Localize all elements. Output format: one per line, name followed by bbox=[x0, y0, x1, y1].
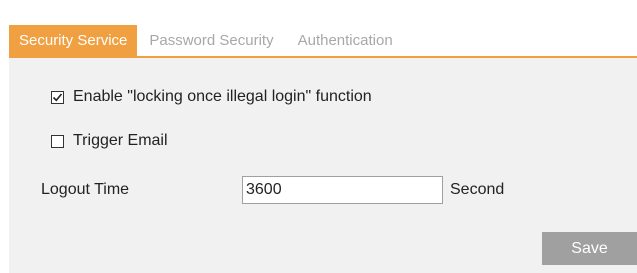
tab-authentication[interactable]: Authentication bbox=[286, 25, 405, 56]
security-settings-page: Security Service Password Security Authe… bbox=[0, 0, 637, 273]
settings-panel: Enable "locking once illegal login" func… bbox=[9, 58, 637, 273]
checkbox-checked-icon[interactable] bbox=[51, 90, 64, 104]
logout-time-row: Logout Time Second bbox=[41, 176, 601, 204]
email-option-row: Trigger Email bbox=[51, 132, 168, 150]
checkbox-empty-icon[interactable] bbox=[51, 134, 64, 148]
tab-security-service[interactable]: Security Service bbox=[9, 25, 138, 56]
tab-bar: Security Service Password Security Authe… bbox=[9, 25, 637, 58]
lock-option-row: Enable "locking once illegal login" func… bbox=[51, 88, 372, 106]
email-option-label: Trigger Email bbox=[73, 132, 168, 149]
lock-option-label: Enable "locking once illegal login" func… bbox=[73, 88, 372, 105]
logout-time-label: Logout Time bbox=[41, 181, 130, 198]
tab-password-security[interactable]: Password Security bbox=[137, 25, 285, 56]
logout-time-input[interactable] bbox=[242, 176, 443, 204]
save-button[interactable]: Save bbox=[542, 232, 637, 265]
logout-time-unit: Second bbox=[450, 181, 505, 198]
